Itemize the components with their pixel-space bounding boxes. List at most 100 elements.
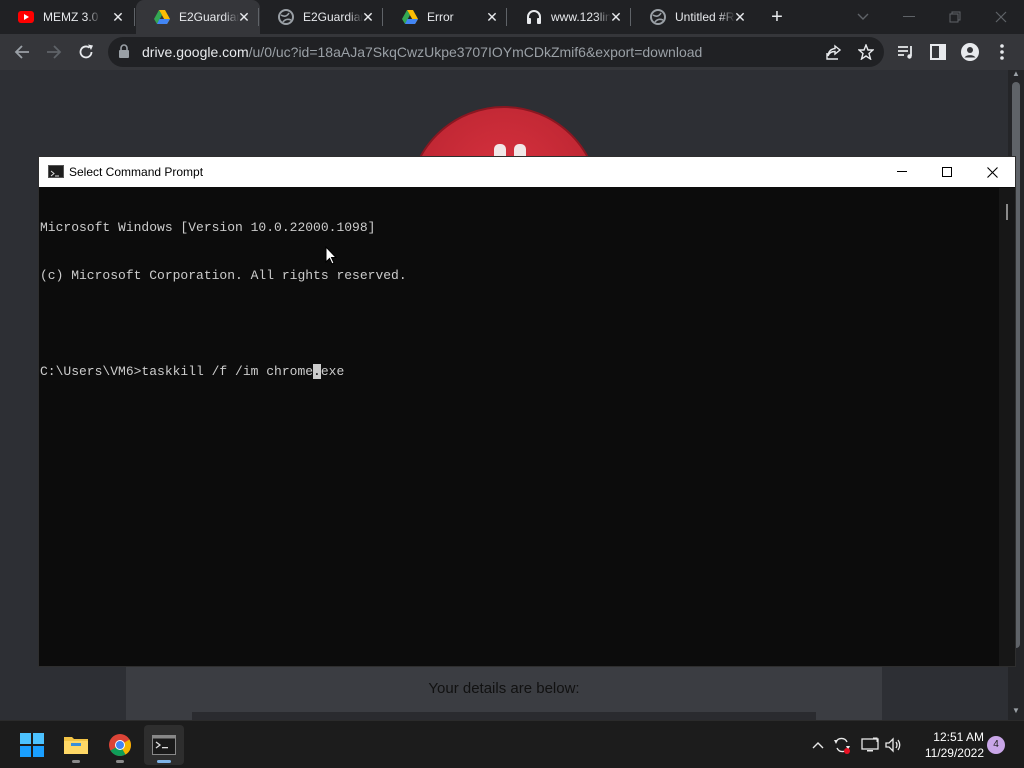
side-panel-button[interactable] xyxy=(924,38,952,66)
cmd-scrollbar[interactable] xyxy=(999,188,1015,666)
tab-e2guardian-drive[interactable]: E2Guardian ✕ xyxy=(136,0,260,34)
minimize-icon xyxy=(897,171,907,172)
show-hidden-icons-button[interactable] xyxy=(808,735,828,755)
tab-title: Error xyxy=(427,10,454,24)
windows-logo-icon xyxy=(20,733,44,757)
mouse-pointer-icon xyxy=(325,246,337,265)
lock-icon[interactable] xyxy=(118,44,130,64)
volume-icon[interactable] xyxy=(884,735,904,755)
restore-icon xyxy=(949,11,961,23)
chevron-down-icon xyxy=(857,13,869,20)
close-icon xyxy=(986,166,998,178)
tab-e2guardian-globe[interactable]: E2Guardian ✕ xyxy=(260,0,384,34)
console-output[interactable]: Microsoft Windows [Version 10.0.22000.10… xyxy=(40,188,998,666)
details-panel: Your details are below: xyxy=(126,666,882,720)
console-line: (c) Microsoft Corporation. All rights re… xyxy=(40,268,407,283)
tab-separator xyxy=(506,8,507,26)
restore-button[interactable] xyxy=(932,3,978,31)
command-prompt-icon xyxy=(152,735,176,755)
back-button[interactable] xyxy=(8,38,36,66)
close-icon xyxy=(995,11,1007,23)
close-icon[interactable]: ✕ xyxy=(360,9,376,25)
details-content xyxy=(192,712,816,720)
headset-icon xyxy=(526,9,542,25)
new-tab-button[interactable]: + xyxy=(766,7,788,29)
url-host: drive.google.com xyxy=(142,44,249,60)
minimize-button[interactable] xyxy=(886,3,932,31)
share-icon[interactable] xyxy=(824,42,844,62)
side-panel-icon xyxy=(930,44,946,60)
cmd-title-bar[interactable]: Select Command Prompt xyxy=(39,157,1015,187)
command-prompt-window[interactable]: Select Command Prompt Microsoft Windows … xyxy=(38,156,1016,667)
url-path: /u/0/uc?id=18aAJa7SkqCwzUkpe3707IOYmCDkZ… xyxy=(248,44,703,60)
tab-title: MEMZ 3.0 xyxy=(43,10,99,24)
tab-separator xyxy=(134,8,135,26)
back-arrow-icon xyxy=(14,45,29,59)
google-drive-icon xyxy=(402,9,418,25)
tab-separator xyxy=(258,8,259,26)
chrome-icon xyxy=(109,734,131,756)
console-prompt-line[interactable]: C:\Users\VM6>taskkill /f /im chrome.exe xyxy=(40,364,998,380)
tab-title: E2Guardian xyxy=(179,10,239,24)
network-icon[interactable] xyxy=(860,735,880,755)
scrollbar-thumb[interactable] xyxy=(1006,204,1008,220)
tab-error[interactable]: Error ✕ xyxy=(384,0,508,34)
cmd-window-title: Select Command Prompt xyxy=(69,165,204,179)
bookmark-star-icon[interactable] xyxy=(856,42,876,62)
command-prompt-taskbar-button[interactable] xyxy=(144,725,184,765)
media-control-button[interactable] xyxy=(892,38,920,66)
cmd-minimize-button[interactable] xyxy=(879,157,925,187)
notification-badge[interactable]: 4 xyxy=(987,736,1005,754)
windows-taskbar: 12:51 AM 11/29/2022 4 xyxy=(0,720,1024,768)
media-queue-icon xyxy=(898,46,912,59)
chevron-up-icon xyxy=(812,742,824,749)
tab-separator xyxy=(630,8,631,26)
address-bar[interactable]: drive.google.com/u/0/uc?id=18aAJa7SkqCwz… xyxy=(108,37,884,67)
running-indicator xyxy=(72,760,80,763)
globe-icon xyxy=(278,9,294,25)
chrome-taskbar-button[interactable] xyxy=(100,725,140,765)
reload-icon xyxy=(79,44,93,59)
url-text[interactable]: drive.google.com/u/0/uc?id=18aAJa7SkqCwz… xyxy=(142,44,702,60)
youtube-icon xyxy=(18,9,34,25)
running-indicator xyxy=(116,760,124,763)
scroll-down-arrow[interactable]: ▼ xyxy=(1011,706,1021,716)
tab-search-button[interactable] xyxy=(840,3,886,31)
forward-button[interactable] xyxy=(40,38,68,66)
close-icon[interactable]: ✕ xyxy=(484,9,500,25)
command-prompt-icon xyxy=(48,165,64,178)
profile-avatar-icon xyxy=(961,43,979,61)
tab-title: E2Guardian xyxy=(303,10,363,24)
start-button[interactable] xyxy=(12,725,52,765)
forward-arrow-icon xyxy=(47,45,62,59)
close-icon[interactable]: ✕ xyxy=(732,9,748,25)
tab-untitled[interactable]: Untitled #R ✕ xyxy=(632,0,756,34)
clock-time: 12:51 AM xyxy=(933,730,984,744)
prompt-text-tail: exe xyxy=(320,364,345,379)
file-explorer-button[interactable] xyxy=(56,725,96,765)
clock-date: 11/29/2022 xyxy=(924,746,984,760)
folder-icon xyxy=(64,737,88,754)
minimize-icon xyxy=(903,16,915,17)
scroll-up-arrow[interactable]: ▲ xyxy=(1011,69,1021,79)
browser-toolbar: drive.google.com/u/0/uc?id=18aAJa7SkqCwz… xyxy=(0,34,1024,70)
globe-icon xyxy=(650,9,666,25)
close-window-button[interactable] xyxy=(978,3,1024,31)
close-icon[interactable]: ✕ xyxy=(110,9,126,25)
console-line: Microsoft Windows [Version 10.0.22000.10… xyxy=(40,220,376,235)
close-icon[interactable]: ✕ xyxy=(236,9,252,25)
system-clock[interactable]: 12:51 AM 11/29/2022 xyxy=(912,729,984,761)
chrome-menu-button[interactable] xyxy=(988,38,1016,66)
browser-tab-strip: MEMZ 3.0 ✕ E2Guardian ✕ E2Guardian ✕ Err… xyxy=(0,0,1024,34)
tab-memz[interactable]: MEMZ 3.0 ✕ xyxy=(0,0,134,34)
selection-cursor: . xyxy=(313,364,321,379)
cmd-close-button[interactable] xyxy=(969,157,1015,187)
cmd-maximize-button[interactable] xyxy=(924,157,970,187)
sync-status-icon[interactable] xyxy=(832,735,852,755)
tab-123link[interactable]: www.123link ✕ xyxy=(508,0,632,34)
close-icon[interactable]: ✕ xyxy=(608,9,624,25)
profile-button[interactable] xyxy=(956,38,984,66)
reload-button[interactable] xyxy=(72,38,100,66)
tab-separator xyxy=(382,8,383,26)
